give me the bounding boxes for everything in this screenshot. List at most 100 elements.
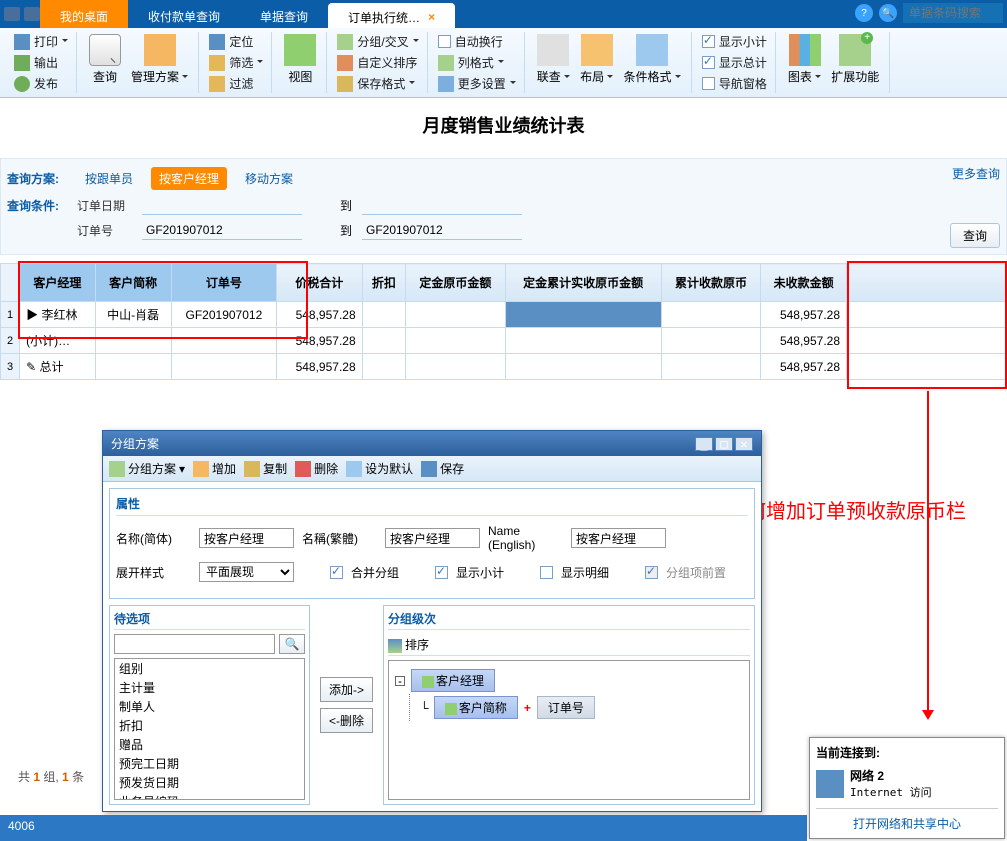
col-orderno[interactable]: 订单号 [171, 264, 276, 302]
open-network-center-link[interactable]: 打开网络和共享中心 [816, 808, 998, 832]
table-row[interactable]: 1▶ 李红林中山-肖磊GF201907012 548,957.28548,957… [1, 302, 1007, 328]
subtot-check[interactable] [435, 566, 448, 579]
tb-del[interactable]: 删除 [295, 460, 338, 477]
annotation-text: 如何增加订单预收款原币栏 [726, 498, 1006, 526]
to-label2: 到 [312, 222, 352, 239]
sort-button[interactable]: 自定义排序 [335, 53, 420, 72]
network-icon [816, 770, 844, 798]
footer-bar: 4006 [0, 815, 807, 841]
tab-desktop[interactable]: 我的桌面 [40, 0, 128, 28]
name-s-input[interactable] [199, 528, 294, 548]
close-icon[interactable]: × [428, 10, 435, 24]
candidate-list[interactable]: 组别主计量制单人 折扣赠品预完工日期 预发货日期业务员编码业务员 业务类型需求跟… [114, 658, 305, 800]
manage-plan-button[interactable]: 管理方案 [127, 32, 192, 87]
network-popup: 当前连接到: 网络 2 Internet 访问 打开网络和共享中心 [809, 737, 1005, 839]
name-t-label: 名稱(繁體) [302, 530, 377, 547]
output-button[interactable]: 输出 [12, 53, 70, 72]
name-s-label: 名称(简体) [116, 530, 191, 547]
annotation-arrow [927, 391, 929, 716]
condformat-button[interactable]: 条件格式 [619, 32, 684, 87]
colformat-button[interactable]: 列格式 [436, 53, 518, 72]
view-button[interactable]: 视图 [280, 32, 320, 87]
tab-label: 订单执行统… [348, 9, 420, 26]
detail-check[interactable] [540, 566, 553, 579]
minimize-icon[interactable]: _ [695, 437, 713, 451]
orderno-to-input[interactable] [362, 221, 522, 240]
name-e-label: Name (English) [488, 524, 563, 552]
tb-copy[interactable]: 复制 [244, 460, 287, 477]
col-discount[interactable]: 折扣 [362, 264, 405, 302]
net-name: 网络 2 [850, 767, 932, 784]
query-button[interactable]: 查询 [85, 32, 125, 87]
group-button[interactable]: 分组/交叉 [335, 32, 420, 51]
col-deposit-recv[interactable]: 定金累计实收原币金额 [505, 264, 661, 302]
save-format-button[interactable]: 保存格式 [335, 74, 420, 93]
name-t-input[interactable] [385, 528, 480, 548]
filter-button[interactable]: 筛选 [207, 53, 265, 72]
col-cust[interactable]: 客户简称 [95, 264, 171, 302]
cond-label: 查询条件: [7, 197, 67, 214]
query-button[interactable]: 查询 [950, 223, 1000, 248]
orderno-from-input[interactable] [142, 221, 302, 240]
col-unrecv[interactable]: 未收款金额 [761, 264, 847, 302]
publish-button[interactable]: 发布 [12, 74, 70, 93]
tab-order-exec[interactable]: 订单执行统… × [328, 3, 455, 28]
add-field-button[interactable]: 添加-> [320, 677, 373, 702]
top-tab-bar: 我的桌面 收付款单查询 单据查询 订单执行统… × ? 🔍 [0, 0, 1007, 28]
scheme-by-follower[interactable]: 按跟单员 [77, 167, 141, 190]
help-icon[interactable]: ? [855, 4, 873, 22]
table-row-total[interactable]: 3✎ 总计 548,957.28548,957.28 [1, 354, 1007, 380]
remove-field-button[interactable]: <-删除 [320, 708, 373, 733]
col-deposit[interactable]: 定金原币金额 [406, 264, 506, 302]
autowrap-check[interactable]: 自动换行 [436, 32, 518, 51]
candidate-search-button[interactable]: 🔍 [279, 634, 305, 654]
print-button[interactable]: 打印 [12, 32, 70, 51]
front-check[interactable] [645, 566, 658, 579]
group-tree[interactable]: -客户经理 └ 客户简称+订单号 [388, 660, 750, 800]
tb-scheme[interactable]: 分组方案 ▾ [109, 460, 185, 477]
sort-label[interactable]: 排序 [405, 638, 429, 652]
tb-save[interactable]: 保存 [421, 460, 464, 477]
close-icon[interactable]: ✕ [735, 437, 753, 451]
scheme-mobile[interactable]: 移动方案 [237, 167, 301, 190]
filter2-button[interactable]: 过滤 [207, 74, 265, 93]
group-scheme-dialog: 分组方案 _ □ ✕ 分组方案 ▾ 增加 复制 删除 设为默认 保存 属性 名称… [102, 430, 762, 812]
candidate-search-input[interactable] [114, 634, 275, 654]
table-row-subtotal[interactable]: 2(小计)… 548,957.28548,957.28 [1, 328, 1007, 354]
style-select[interactable]: 平面展现 [199, 562, 294, 582]
col-manager[interactable]: 客户经理 [20, 264, 95, 302]
query-panel: 查询方案: 按跟单员 按客户经理 移动方案 更多查询 查询条件: 订单日期 到 … [0, 158, 1007, 255]
data-table: 客户经理 客户简称 订单号 价税合计 折扣 定金原币金额 定金累计实收原币金额 … [0, 263, 1007, 380]
props-title: 属性 [116, 495, 748, 516]
more-query-link[interactable]: 更多查询 [952, 165, 1000, 182]
layout-button[interactable]: 布局 [576, 32, 617, 87]
show-subtotal-check[interactable]: 显示小计 [700, 32, 769, 51]
ext-button[interactable]: 扩展功能 [827, 32, 883, 87]
orderno-label: 订单号 [77, 222, 132, 239]
tab-payment-query[interactable]: 收付款单查询 [128, 0, 240, 28]
chart-button[interactable]: 图表 [784, 32, 825, 87]
search-icon[interactable]: 🔍 [879, 4, 897, 22]
link-button[interactable]: 联查 [533, 32, 574, 87]
status-bar: 共 1 组, 1 条 [18, 768, 84, 785]
locate-button[interactable]: 定位 [207, 32, 265, 51]
tb-default[interactable]: 设为默认 [346, 460, 413, 477]
date-from-input[interactable] [142, 196, 302, 215]
merge-check[interactable] [330, 566, 343, 579]
name-e-input[interactable] [571, 528, 666, 548]
nav-pane-check[interactable]: 导航窗格 [700, 74, 769, 93]
tab-docs-query[interactable]: 单据查询 [240, 0, 328, 28]
more-settings-button[interactable]: 更多设置 [436, 74, 518, 93]
dialog-title: 分组方案 [111, 435, 159, 452]
sort-icon [388, 639, 402, 653]
scheme-by-manager[interactable]: 按客户经理 [151, 167, 227, 190]
barcode-search-input[interactable] [903, 3, 1003, 23]
net-title: 当前连接到: [816, 744, 998, 761]
col-total[interactable]: 价税合计 [276, 264, 362, 302]
tb-add[interactable]: 增加 [193, 460, 236, 477]
show-total-check[interactable]: 显示总计 [700, 53, 769, 72]
date-label: 订单日期 [77, 197, 132, 214]
maximize-icon[interactable]: □ [715, 437, 733, 451]
date-to-input[interactable] [362, 196, 522, 215]
col-accum-recv[interactable]: 累计收款原币 [661, 264, 761, 302]
